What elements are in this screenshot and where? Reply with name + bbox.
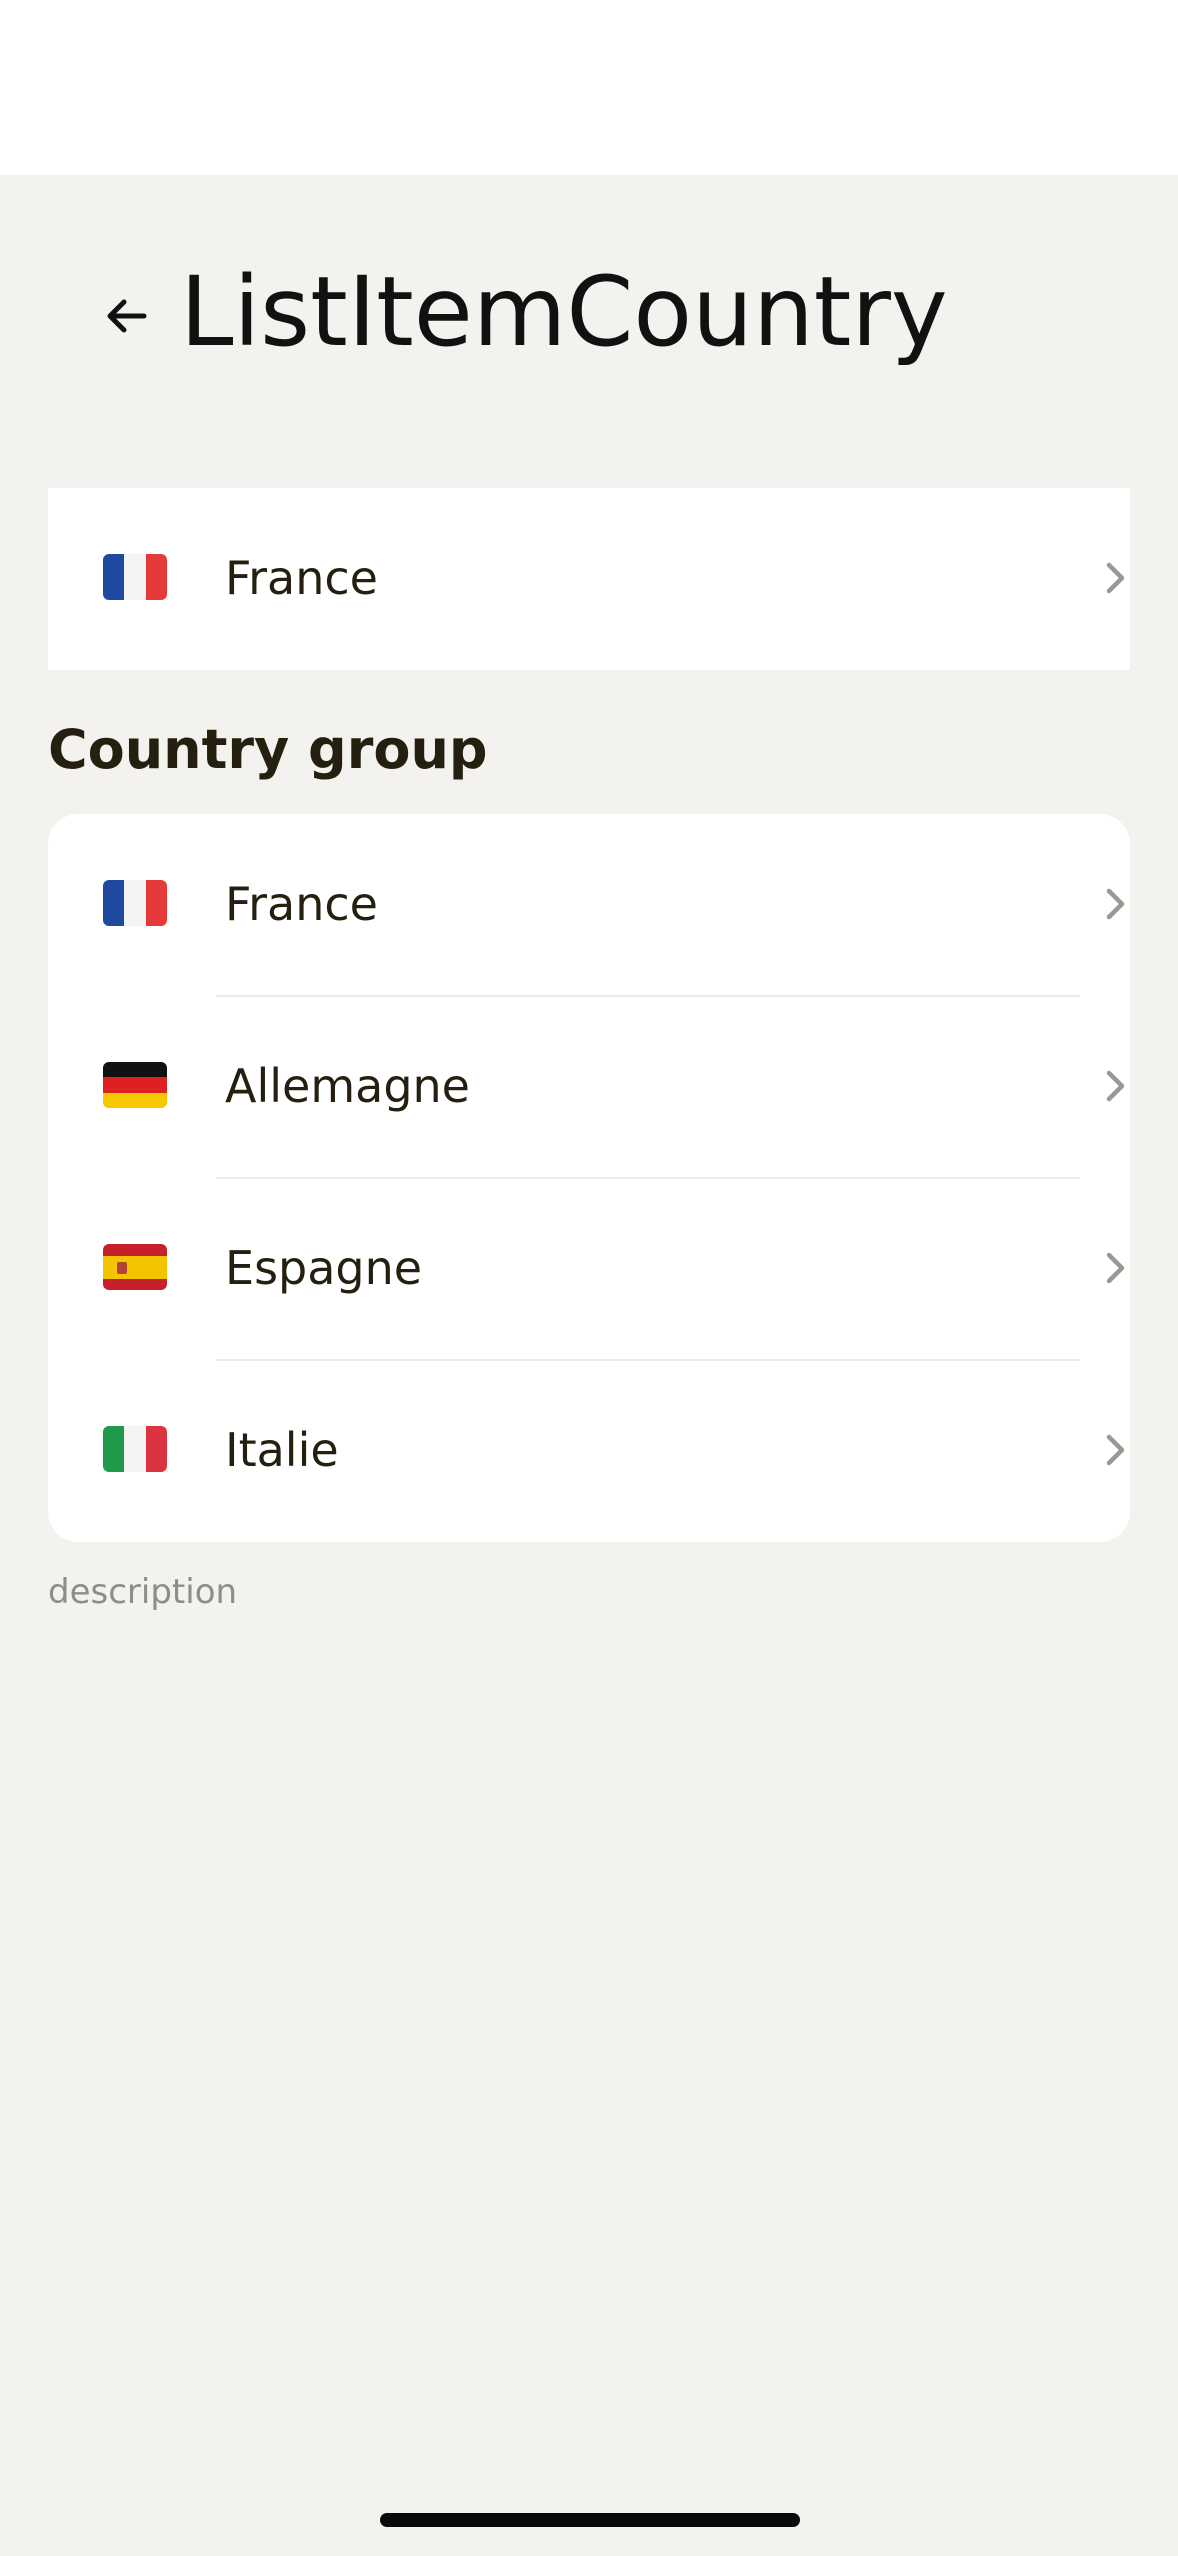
country-group-card: France Allemagne Espagne Italie [48, 814, 1130, 1542]
flag-spain-icon [103, 1244, 167, 1290]
page-title: ListItemCountry [180, 256, 948, 368]
home-indicator[interactable] [380, 2513, 800, 2527]
list-item[interactable]: France [48, 488, 1130, 670]
chevron-right-icon [1106, 562, 1125, 594]
chevron-right-icon [1106, 1252, 1125, 1284]
list-item-label: Italie [225, 1423, 339, 1477]
status-bar [0, 0, 1178, 175]
back-button[interactable] [96, 286, 156, 346]
flag-italy-icon [103, 1426, 167, 1472]
list-item-italy[interactable]: Italie [48, 1360, 1130, 1542]
list-item-germany[interactable]: Allemagne [48, 996, 1130, 1178]
list-item-country-single[interactable]: France [48, 488, 1130, 670]
list-item-label: France [225, 877, 378, 931]
page-header: ListItemCountry [0, 230, 1178, 390]
list-item-france[interactable]: France [48, 814, 1130, 996]
flag-france-icon [103, 554, 167, 600]
description-text: description [48, 1572, 238, 1612]
chevron-right-icon [1106, 888, 1125, 920]
list-item-label: France [225, 551, 378, 605]
list-item-spain[interactable]: Espagne [48, 1178, 1130, 1360]
list-item-label: Espagne [225, 1241, 423, 1295]
arrow-left-icon [107, 299, 147, 333]
list-item-label: Allemagne [225, 1059, 470, 1113]
flag-germany-icon [103, 1062, 167, 1108]
flag-france-icon [103, 880, 167, 926]
section-title: Country group [48, 718, 488, 781]
chevron-right-icon [1106, 1434, 1125, 1466]
chevron-right-icon [1106, 1070, 1125, 1102]
